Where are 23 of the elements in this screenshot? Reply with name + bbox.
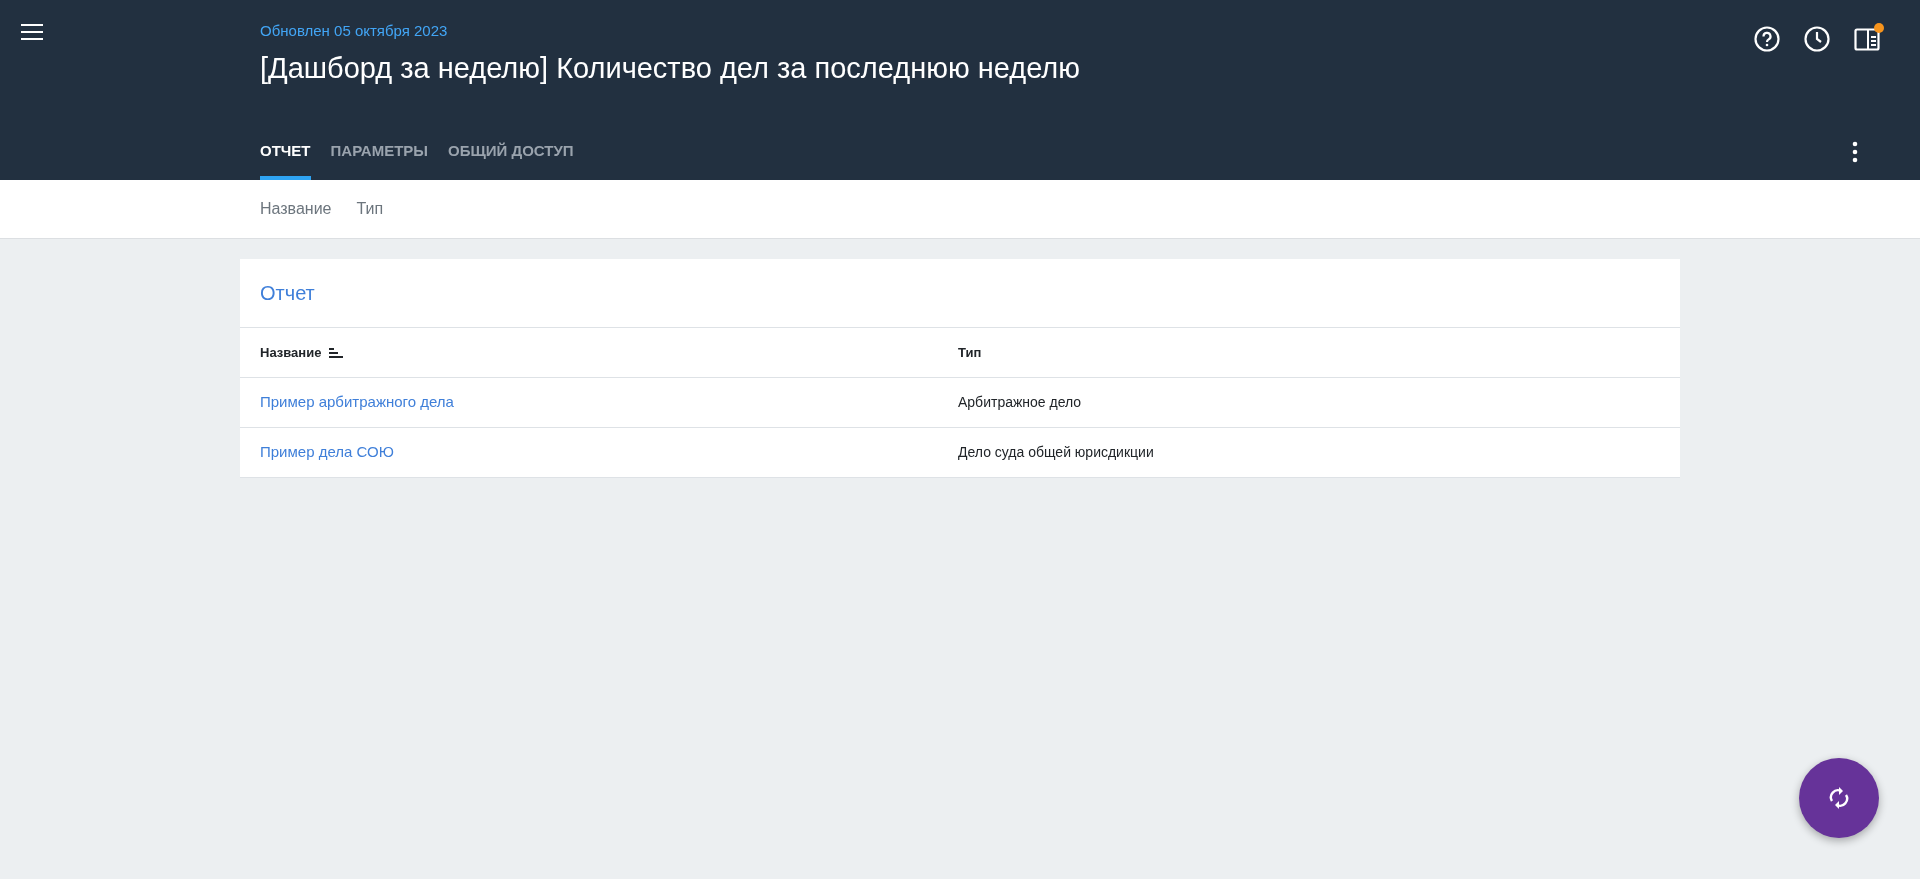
side-panel-icon [1854, 26, 1880, 52]
help-icon [1754, 26, 1780, 52]
case-link[interactable]: Пример дела СОЮ [260, 441, 394, 464]
menu-icon [21, 24, 43, 40]
clock-icon [1804, 26, 1830, 52]
refresh-button[interactable] [1799, 758, 1879, 838]
column-header[interactable]: Тип [958, 345, 982, 360]
column-header[interactable]: Название [260, 342, 322, 363]
table-cell: Арбитражное дело [958, 394, 1082, 410]
tab[interactable]: ОБЩИЙ ДОСТУП [448, 139, 574, 180]
refresh-icon [1828, 786, 1850, 810]
page-title: [Дашборд за неделю] Количество дел за последнюю неделю [260, 50, 1080, 86]
card-title: Отчет [240, 259, 1680, 328]
help-button[interactable] [1754, 26, 1780, 52]
tab[interactable]: ПАРАМЕТРЫ [330, 139, 429, 180]
updated-date: Обновлен 05 октября 2023 [260, 21, 448, 41]
table-cell: Дело суда общей юрисдикции [958, 444, 1154, 460]
filter-link[interactable]: Тип [356, 197, 384, 221]
more-icon [1850, 140, 1860, 164]
filter-link[interactable]: Название [260, 197, 332, 221]
case-link[interactable]: Пример арбитражного дела [260, 391, 454, 414]
more-button[interactable] [1850, 140, 1860, 164]
history-button[interactable] [1804, 26, 1830, 52]
